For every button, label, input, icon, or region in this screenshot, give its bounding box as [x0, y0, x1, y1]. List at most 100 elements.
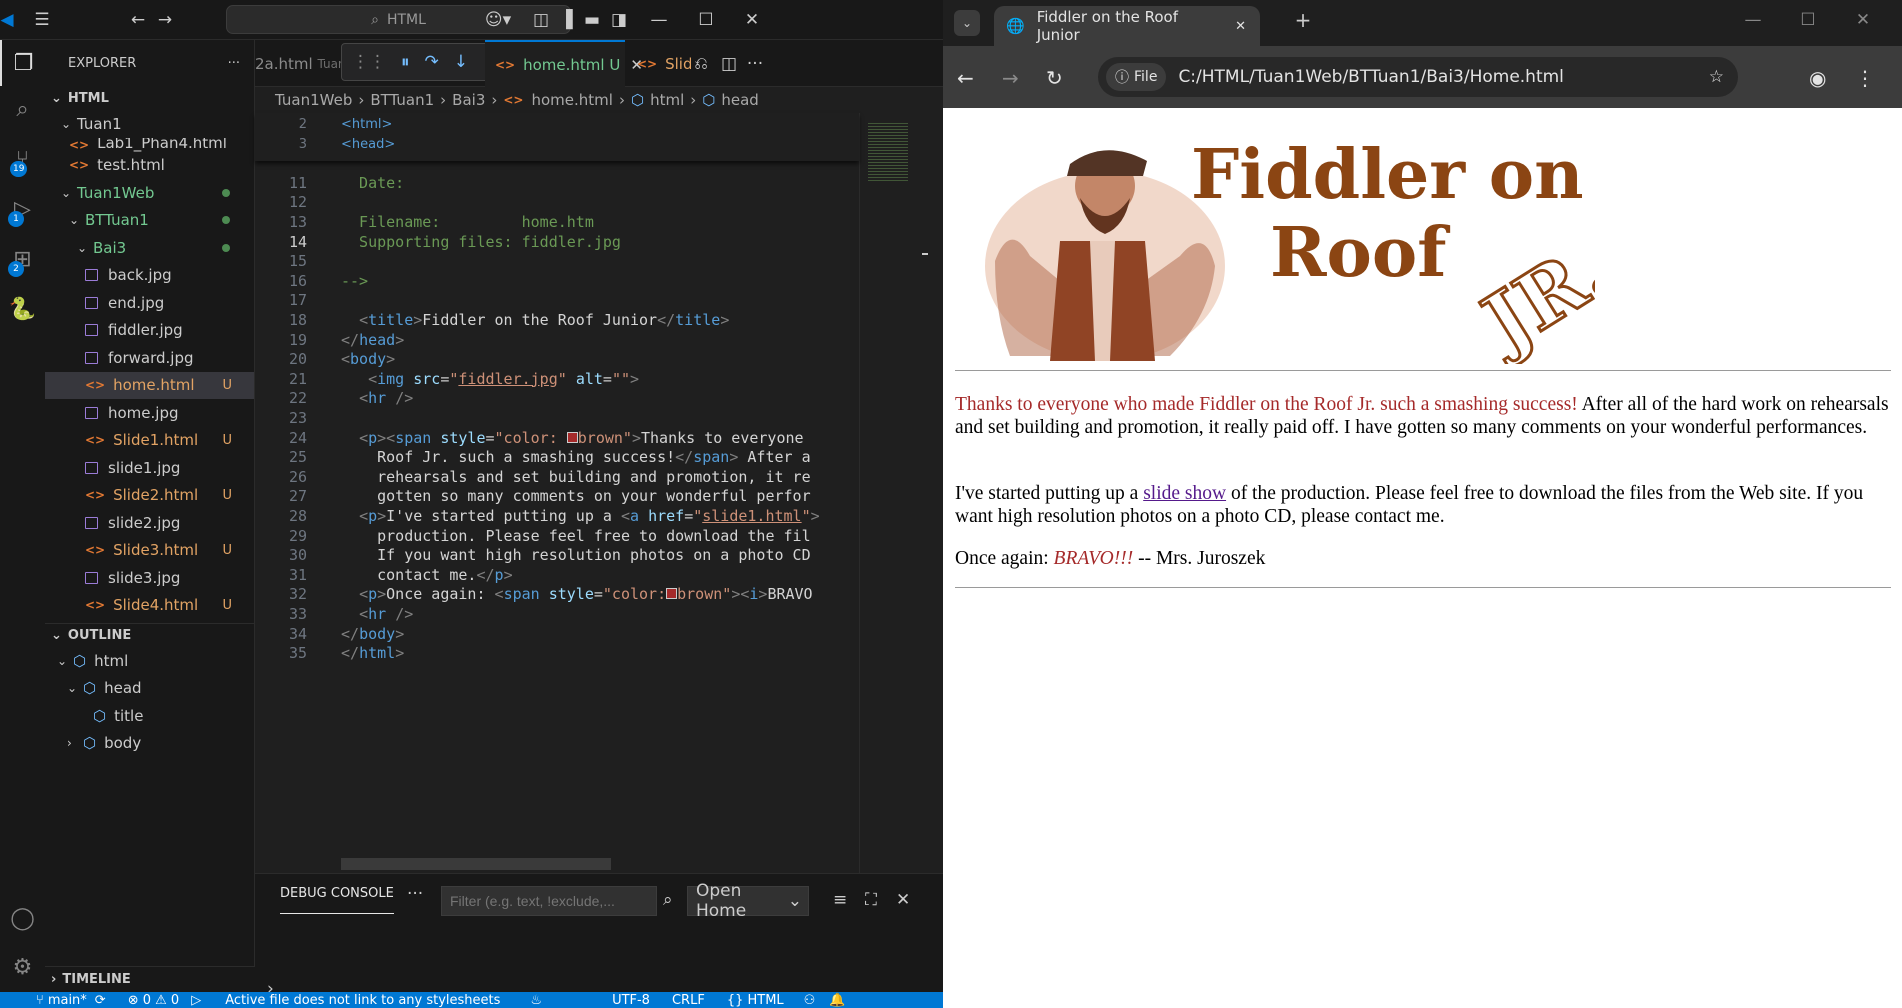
account-icon[interactable]: ◯ — [0, 895, 45, 941]
toggle-panel-icon[interactable]: ▬ — [583, 8, 601, 32]
section-timeline[interactable]: › TIMELINE — [45, 966, 255, 992]
tree-file[interactable]: <> Slide3.html U — [45, 537, 254, 565]
bookmark-star-icon[interactable]: ☆ — [1709, 67, 1724, 87]
tree-file[interactable]: <> home.html U — [45, 371, 254, 399]
tree-file[interactable]: slide1.jpg — [45, 454, 254, 482]
sync-icon[interactable]: ⟳ — [95, 993, 106, 1008]
code-line[interactable]: 3 <head> — [255, 133, 855, 157]
encoding-status[interactable]: UTF-8 — [612, 993, 650, 1008]
tree-file[interactable]: back.jpg — [45, 262, 254, 290]
breadcrumb-item[interactable]: BTTuan1 — [370, 91, 434, 109]
close-window-icon[interactable]: ✕ — [1853, 8, 1873, 32]
debug-status-icon[interactable]: ▷ — [191, 993, 201, 1008]
filter-search-icon[interactable]: ⌕ — [663, 890, 673, 910]
tree-file[interactable]: forward.jpg — [45, 344, 254, 372]
breadcrumb-item[interactable]: Tuan1Web — [275, 91, 352, 109]
url-text[interactable]: C:/HTML/Tuan1Web/BTTuan1/Bai3/Home.html — [1178, 67, 1563, 87]
tab-search-icon[interactable]: ⌄ — [954, 10, 980, 36]
tree-file[interactable]: slide2.jpg — [45, 509, 254, 537]
step-into-icon[interactable]: ↓ — [454, 52, 468, 72]
tree-file[interactable]: <> Slide1.html U — [45, 427, 254, 455]
address-bar[interactable]: ⓘ File C:/HTML/Tuan1Web/BTTuan1/Bai3/Home… — [1098, 57, 1738, 97]
debug-console-tab[interactable]: DEBUG CONSOLE — [280, 874, 394, 914]
layout-customize-icon[interactable]: ◫ — [532, 8, 550, 32]
debug-session-select[interactable]: Open Home ⌄ — [687, 881, 809, 921]
tree-folder[interactable]: ⌄ Tuan1 — [45, 110, 254, 138]
tree-file[interactable]: home.jpg — [45, 399, 254, 427]
split-editor-icon[interactable]: ◫ — [719, 52, 739, 76]
tree-folder[interactable]: ⌄ BTTuan1 — [45, 207, 254, 235]
manage-gear-icon[interactable]: ⚙ — [0, 944, 45, 990]
section-outline[interactable]: ⌄ OUTLINE — [45, 623, 254, 647]
tree-file[interactable]: end.jpg — [45, 289, 254, 317]
run-debug-icon[interactable]: ▷ 1 — [0, 186, 45, 232]
open-changes-icon[interactable]: ⎌ — [691, 52, 711, 76]
copilot-status-icon[interactable]: ♨ — [530, 993, 542, 1008]
minimize-icon[interactable]: — — [1743, 8, 1763, 32]
close-window-icon[interactable]: ✕ — [743, 8, 761, 32]
outline-item[interactable]: ⬡ title — [45, 702, 254, 730]
drag-handle-icon[interactable]: ⋮⋮ — [352, 52, 386, 72]
close-tab-icon[interactable]: ✕ — [1235, 19, 1246, 34]
back-arrow-icon[interactable]: ← — [957, 66, 974, 90]
outline-item[interactable]: ⌄ ⬡ head — [45, 675, 254, 703]
tree-file[interactable]: <> test.html — [45, 152, 254, 180]
status-message[interactable]: Active file does not link to any stylesh… — [225, 993, 500, 1008]
extensions-icon[interactable]: ⊞ 2 — [0, 236, 45, 282]
console-filter-input[interactable] — [441, 886, 657, 916]
sticky-scroll[interactable]: 2 <html> 3 <head> — [255, 113, 859, 161]
toggle-sidebar-icon[interactable]: ▐ — [557, 8, 575, 32]
browser-menu-icon[interactable]: ⋮ — [1855, 66, 1875, 90]
code-editor[interactable]: 11 Date: 12 13 Filename: home.htm 14 Suppor… — [255, 113, 859, 873]
tree-folder[interactable]: ⌄ Bai3 — [45, 234, 254, 262]
new-tab-icon[interactable]: + — [1293, 8, 1313, 32]
maximize-panel-icon[interactable]: ⛶ — [865, 890, 877, 910]
breadcrumb-item[interactable]: Bai3 — [452, 91, 485, 109]
menu-icon[interactable]: ☰ — [32, 8, 52, 32]
maximize-icon[interactable]: ☐ — [1798, 8, 1818, 32]
minimize-icon[interactable]: — — [650, 8, 668, 32]
tree-file[interactable]: <> Lab1_Phan4.html — [45, 138, 254, 152]
slide-show-link[interactable]: slide show — [1143, 483, 1226, 504]
step-over-icon[interactable]: ↷ — [425, 52, 439, 72]
explorer-icon[interactable]: ❐ — [0, 40, 45, 86]
breadcrumb-item[interactable]: home.html — [531, 91, 612, 109]
tab-prev[interactable]: 2a.html Tuan — [245, 40, 356, 87]
python-icon[interactable]: 🐍 — [0, 286, 45, 332]
language-status[interactable]: {} HTML — [727, 993, 784, 1008]
close-panel-icon[interactable]: ✕ — [896, 890, 910, 910]
clear-console-icon[interactable]: ≡ — [833, 890, 847, 910]
breadcrumb-item[interactable]: html — [650, 91, 684, 109]
maximize-icon[interactable]: ☐ — [697, 8, 715, 32]
forward-arrow-icon[interactable]: → — [155, 8, 175, 32]
search-view-icon[interactable]: ⌕ — [0, 86, 45, 132]
tree-file[interactable]: <> Slide2.html U — [45, 482, 254, 510]
browser-tab[interactable]: 🌐 Fiddler on the Roof Junior ✕ — [994, 6, 1260, 46]
outline-item[interactable]: › ⬡ body — [45, 730, 254, 758]
back-arrow-icon[interactable]: ← — [128, 8, 148, 32]
horizontal-scrollbar[interactable] — [341, 858, 611, 870]
more-actions-icon[interactable]: ··· — [745, 52, 765, 76]
notifications-icon[interactable]: 🔔 — [829, 993, 845, 1008]
tree-folder[interactable]: ⌄ Tuan1Web — [45, 179, 254, 207]
section-html[interactable]: ⌄ HTML — [45, 86, 254, 110]
profile-icon[interactable]: ◉ — [1809, 66, 1826, 90]
tree-file[interactable]: fiddler.jpg — [45, 317, 254, 345]
forward-arrow-icon[interactable]: → — [1002, 66, 1019, 90]
site-info-chip[interactable]: ⓘ File — [1106, 63, 1167, 91]
eol-status[interactable]: CRLF — [672, 993, 705, 1008]
branch-label[interactable]: main* — [48, 993, 87, 1008]
more-panels-icon[interactable]: ··· — [407, 884, 423, 904]
copilot-icon[interactable]: ☺▾ — [483, 8, 513, 32]
tree-file[interactable]: <> Slide4.html U — [45, 592, 254, 620]
reload-icon[interactable]: ↻ — [1046, 66, 1063, 90]
breadcrumb-item[interactable]: head — [721, 91, 758, 109]
tab-home-html[interactable]: <> home.html U ✕ — [485, 40, 643, 87]
outline-item[interactable]: ⌄ ⬡ html — [45, 647, 254, 675]
tree-file[interactable]: slide3.jpg — [45, 564, 254, 592]
minimap[interactable] — [859, 113, 929, 873]
feedback-icon[interactable]: ⚇ — [804, 993, 816, 1008]
pause-icon[interactable]: ⏸ — [401, 52, 410, 72]
code-line[interactable]: 35 </html> — [255, 641, 855, 665]
command-center[interactable]: ⌕ HTML — [226, 5, 571, 34]
